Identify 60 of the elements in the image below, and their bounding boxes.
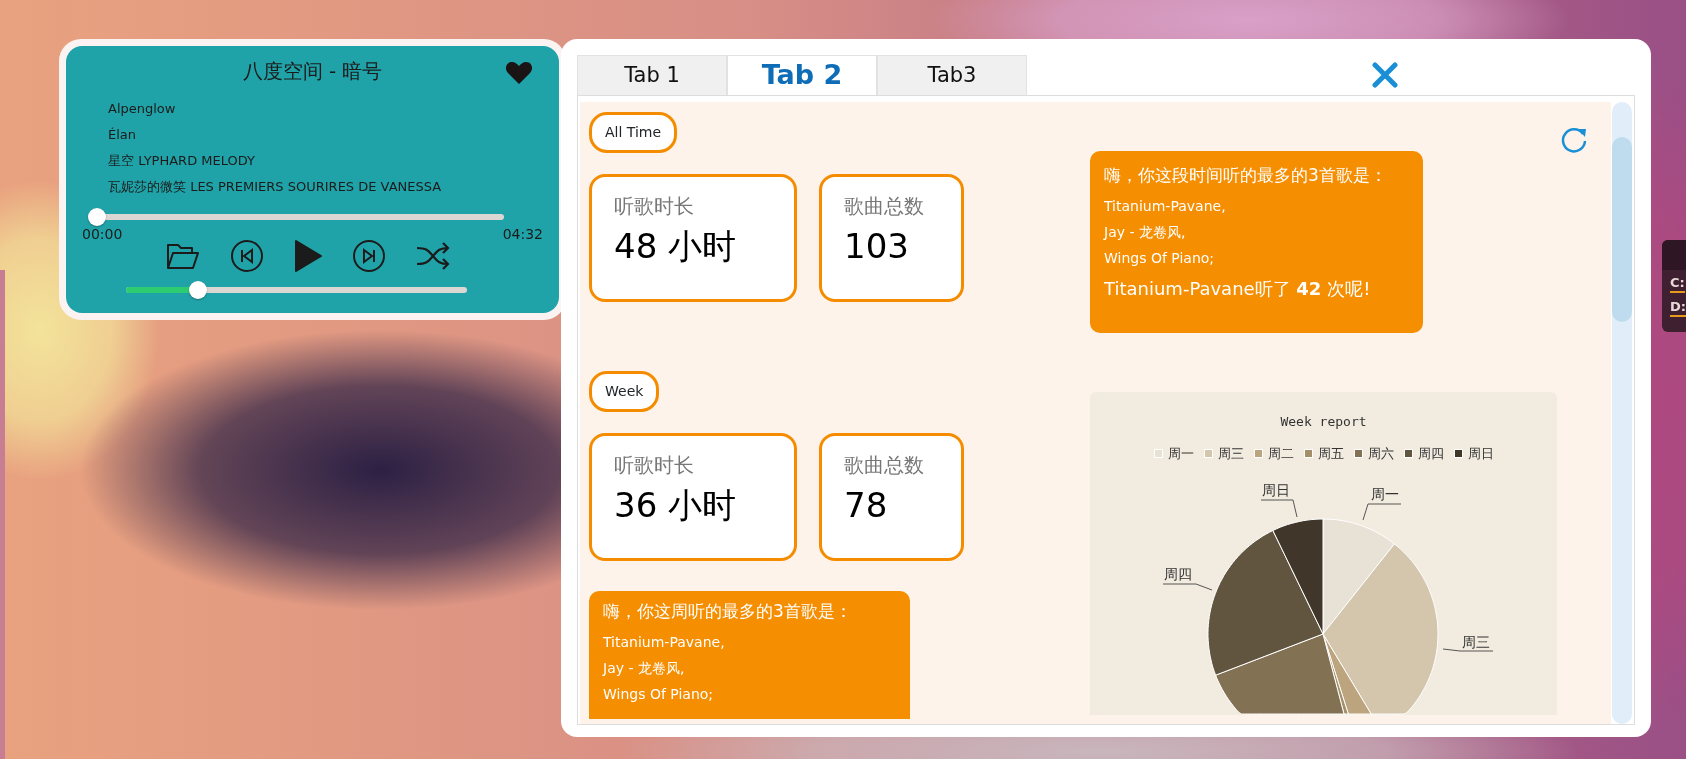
song-name: Wings Of Piano; [603, 684, 715, 704]
drive-label: D: [1670, 299, 1686, 317]
leader-line [1362, 503, 1402, 521]
pie-slice[interactable] [1215, 633, 1345, 715]
message-summary: Titanium-Pavane听了 42 次呢! [1104, 276, 1372, 301]
legend-label[interactable]: 周日 [1467, 443, 1494, 463]
heart-icon[interactable] [505, 60, 533, 85]
playlist-item[interactable]: Alpenglow [108, 101, 176, 116]
stat-label: 听歌时长 [614, 453, 694, 477]
tab[interactable]: Tab3 [877, 55, 1027, 95]
legend-label[interactable]: 周四 [1417, 443, 1444, 463]
song-name: Jay - 龙卷风, [603, 658, 686, 678]
playlist-item[interactable]: 星空 LYPHARD MELODY [108, 153, 255, 168]
elapsed-time: 00:00 [82, 225, 123, 244]
legend-label[interactable]: 周二 [1267, 443, 1294, 463]
scrollbar-track[interactable] [1612, 102, 1632, 724]
leader-line [1442, 648, 1494, 652]
previous-icon[interactable] [229, 239, 264, 273]
leader-line [1260, 499, 1298, 518]
section-label: All Time [589, 112, 678, 153]
legend-label[interactable]: 周一 [1167, 443, 1194, 463]
stat-label: 歌曲总数 [844, 194, 924, 218]
folder-icon[interactable] [165, 242, 200, 270]
section-label: Week [589, 371, 660, 412]
legend-label[interactable]: 周六 [1367, 443, 1394, 463]
song-name: Titanium-Pavane, [1104, 196, 1227, 216]
slice-label: 周一 [1371, 486, 1399, 502]
next-icon[interactable] [351, 239, 386, 273]
close-icon[interactable] [1372, 62, 1398, 88]
playlist-item[interactable]: 瓦妮莎的微笑 LES PREMIERS SOURIRES DE VANESSA [108, 179, 442, 194]
song-name: Jay - 龙卷风, [1104, 222, 1187, 242]
scrollbar-thumb[interactable] [1612, 137, 1632, 322]
slice-label: 周日 [1262, 482, 1290, 498]
slice-label: 周三 [1462, 634, 1490, 650]
leader-line [1162, 583, 1213, 591]
message-heading: 嗨，你这周听的最多的3首歌是： [603, 600, 853, 623]
playlist-item[interactable]: Élan [108, 127, 137, 142]
stat-label: 歌曲总数 [844, 453, 924, 477]
stat-value: 36 小时 [614, 485, 737, 525]
message-heading: 嗨，你这段时间听的最多的3首歌是： [1104, 164, 1388, 187]
tab[interactable]: Tab 1 [577, 55, 727, 95]
duration-time: 04:32 [502, 225, 543, 244]
stat-value: 78 [844, 485, 888, 525]
shuffle-icon[interactable] [415, 240, 450, 272]
slice-label: 周四 [1164, 566, 1192, 582]
stat-value: 103 [844, 226, 909, 266]
stat-label: 听歌时长 [614, 194, 694, 218]
drive-label: C: [1670, 275, 1685, 293]
pie-slice[interactable] [1207, 530, 1324, 676]
play-icon[interactable] [293, 239, 322, 273]
pie-slice[interactable] [1272, 518, 1324, 635]
chart-title: Week report [1280, 414, 1367, 429]
legend-label[interactable]: 周五 [1317, 443, 1344, 463]
refresh-icon[interactable] [1559, 126, 1589, 156]
stat-value: 48 小时 [614, 226, 737, 266]
song-title: 八度空间 - 暗号 [242, 59, 383, 83]
song-name: Titanium-Pavane, [603, 632, 726, 652]
legend-label[interactable]: 周三 [1217, 443, 1244, 463]
song-name: Wings Of Piano; [1104, 248, 1216, 268]
tab[interactable]: Tab 2 [727, 55, 877, 95]
